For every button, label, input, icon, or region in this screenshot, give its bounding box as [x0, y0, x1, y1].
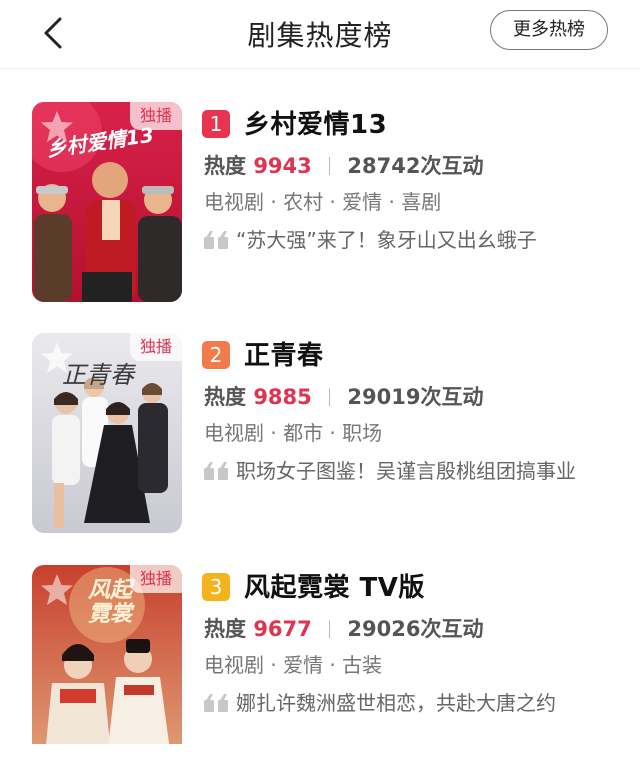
exclusive-badge: 独播	[129, 102, 182, 130]
rank-badge: 2	[202, 341, 230, 369]
quote-line: “苏大强”来了！象牙山又出幺蛾子	[204, 224, 537, 253]
divider	[329, 388, 331, 406]
genre-tags: 电视剧 · 农村 · 爱情 · 喜剧	[204, 190, 442, 214]
quote-text: 娜扎许魏洲盛世相恋，共赴大唐之约	[236, 691, 556, 715]
header-bar: 剧集热度榜 更多热榜	[0, 0, 640, 69]
interaction-count: 29019次互动	[347, 385, 484, 409]
heat-value: 9943	[253, 154, 312, 178]
heat-line: 热度 9677 29026次互动	[204, 613, 483, 643]
ranking-item-1[interactable]: 乡村爱情13 独播 1 乡村爱情13 热度 9943 28742次互动 电视剧 …	[0, 102, 640, 302]
heat-value: 9677	[253, 617, 312, 641]
rank-badge: 3	[202, 573, 230, 601]
genre-tags: 电视剧 · 都市 · 职场	[204, 421, 383, 445]
heat-label: 热度	[204, 385, 246, 409]
poster-image[interactable]: 正青春 独播	[32, 333, 182, 533]
poster-image[interactable]: 风起霓裳 独播	[32, 565, 182, 744]
star-icon	[41, 574, 73, 605]
quote-line: 职场女子图鉴！吴谨言殷桃组团搞事业	[204, 455, 576, 484]
show-title[interactable]: 正青春	[244, 335, 324, 372]
divider	[329, 157, 331, 175]
ranking-item-3[interactable]: 风起霓裳 独播 3 风起霓裳 TV版 热度 9677 29026次互动 电视剧 …	[0, 565, 640, 765]
ranking-item-2[interactable]: 正青春 独播 2 正青春 热度 9885 29019次互动 电视剧 · 都市 ·…	[0, 333, 640, 533]
star-icon	[41, 111, 73, 142]
interaction-count: 29026次互动	[347, 617, 484, 641]
heat-line: 热度 9885 29019次互动	[204, 381, 483, 411]
heat-line: 热度 9943 28742次互动	[204, 150, 483, 180]
star-icon	[41, 342, 73, 373]
quote-mark-icon	[204, 694, 228, 712]
quote-text: “苏大强”来了！象牙山又出幺蛾子	[236, 228, 537, 252]
interaction-count: 28742次互动	[347, 154, 484, 178]
heat-value: 9885	[253, 385, 312, 409]
poster-image[interactable]: 乡村爱情13 独播	[32, 102, 182, 302]
show-title[interactable]: 风起霓裳 TV版	[244, 567, 425, 604]
exclusive-badge: 独播	[129, 333, 182, 361]
exclusive-badge: 独播	[129, 565, 182, 593]
divider	[329, 620, 331, 638]
quote-mark-icon	[204, 231, 228, 249]
quote-mark-icon	[204, 462, 228, 480]
more-rankings-button[interactable]: 更多热榜	[490, 10, 608, 50]
quote-text: 职场女子图鉴！吴谨言殷桃组团搞事业	[236, 459, 576, 483]
show-title[interactable]: 乡村爱情13	[244, 104, 387, 141]
quote-line: 娜扎许魏洲盛世相恋，共赴大唐之约	[204, 687, 556, 716]
genre-tags: 电视剧 · 爱情 · 古装	[204, 653, 383, 677]
heat-label: 热度	[204, 154, 246, 178]
rank-badge: 1	[202, 110, 230, 138]
heat-label: 热度	[204, 617, 246, 641]
